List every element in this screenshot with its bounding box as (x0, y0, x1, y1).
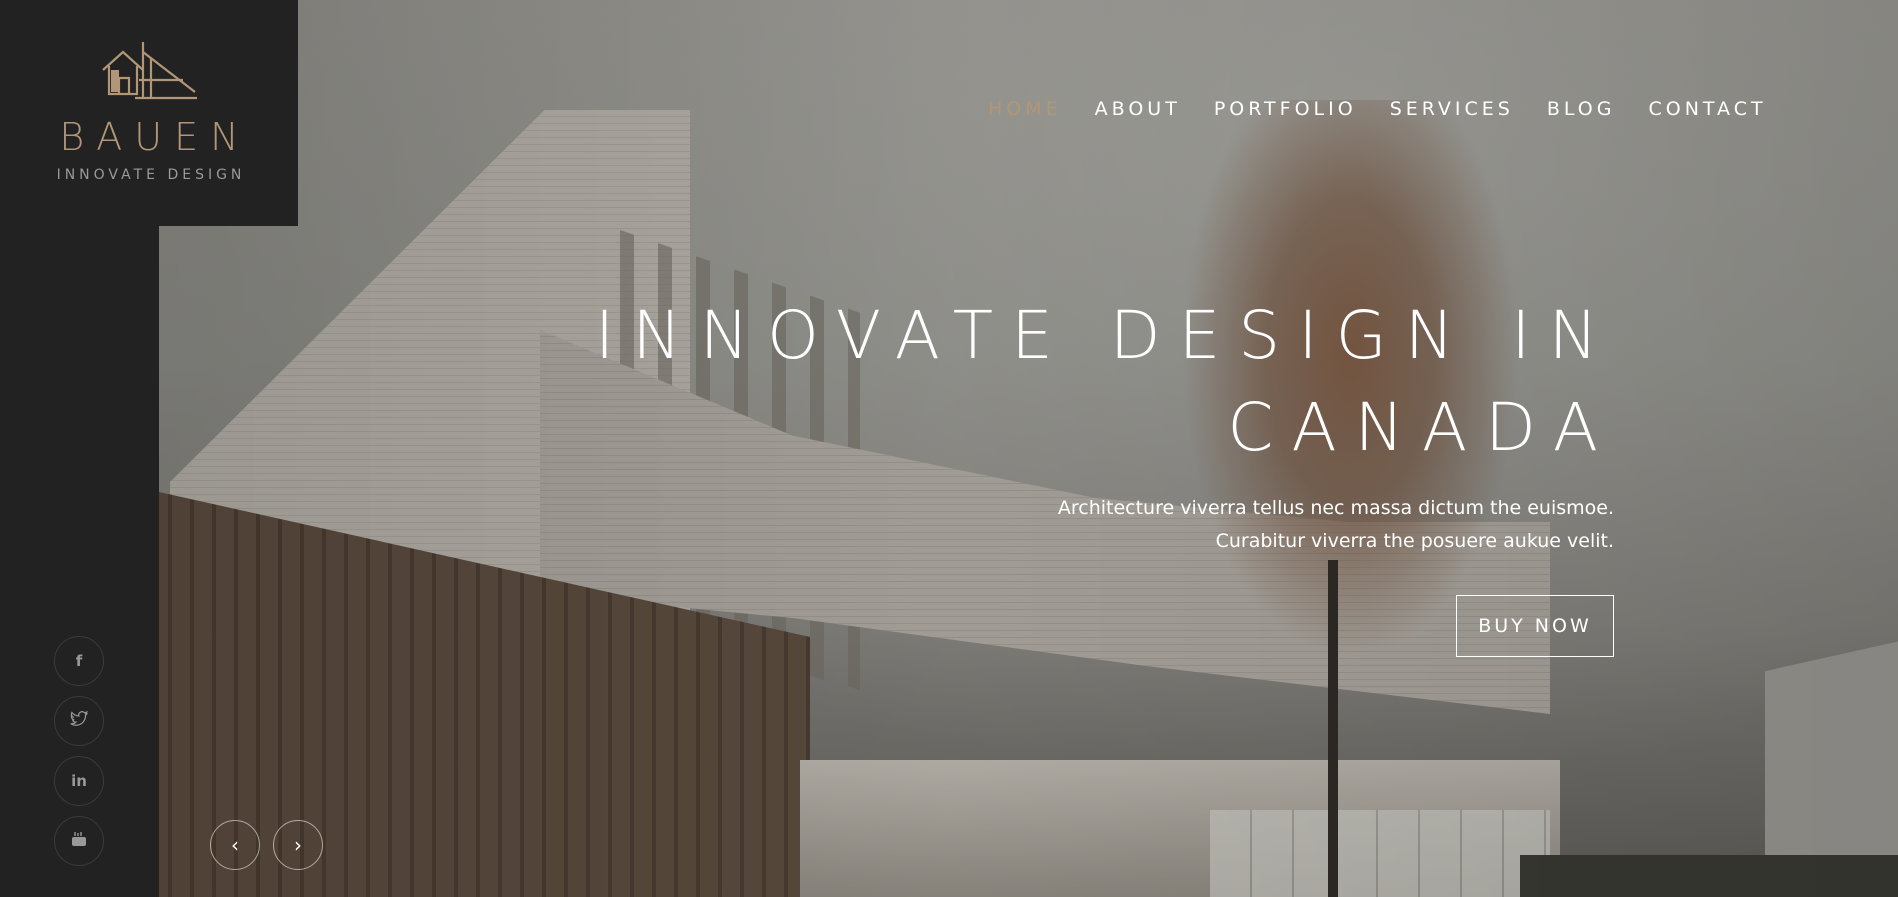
twitter-link[interactable] (54, 696, 104, 746)
nav-item-services[interactable]: SERVICES (1390, 98, 1514, 120)
hero-description: Architecture viverra tellus nec massa di… (1058, 492, 1614, 558)
chevron-right-icon: › (294, 833, 302, 857)
twitter-icon (70, 710, 88, 731)
facebook-icon: f (75, 652, 83, 670)
hero-description-line2: Curabitur viverra the posuere aukue veli… (1215, 530, 1614, 552)
youtube-link[interactable] (54, 816, 104, 866)
slider-prev-button[interactable]: ‹ (210, 820, 260, 870)
linkedin-icon: in (71, 772, 87, 790)
main-nav: HOME ABOUT PORTFOLIO SERVICES BLOG CONTA… (988, 98, 1800, 120)
social-links: f in (54, 636, 104, 866)
chevron-left-icon: ‹ (231, 833, 239, 857)
hero-headline-line2: CANADA (1227, 389, 1616, 466)
youtube-icon (71, 831, 87, 851)
hero-description-line1: Architecture viverra tellus nec massa di… (1057, 497, 1614, 519)
facebook-link[interactable]: f (54, 636, 104, 686)
nav-item-about[interactable]: ABOUT (1095, 98, 1181, 120)
hero-headline: INNOVATE DESIGN IN CANADA (595, 290, 1616, 474)
nav-item-home[interactable]: HOME (988, 98, 1062, 120)
hero-headline-line1: INNOVATE DESIGN IN (594, 297, 1616, 374)
nav-item-blog[interactable]: BLOG (1547, 98, 1616, 120)
linkedin-link[interactable]: in (54, 756, 104, 806)
nav-item-contact[interactable]: CONTACT (1648, 98, 1766, 120)
slider-next-button[interactable]: › (273, 820, 323, 870)
logo[interactable]: BAUEN INNOVATE DESIGN (0, 0, 298, 226)
buy-now-button[interactable]: BUY NOW (1456, 595, 1614, 657)
brand-title: BAUEN (59, 115, 251, 159)
brand-subtitle: INNOVATE DESIGN (56, 167, 246, 183)
house-blueprint-icon (99, 36, 199, 113)
nav-item-portfolio[interactable]: PORTFOLIO (1214, 98, 1357, 120)
